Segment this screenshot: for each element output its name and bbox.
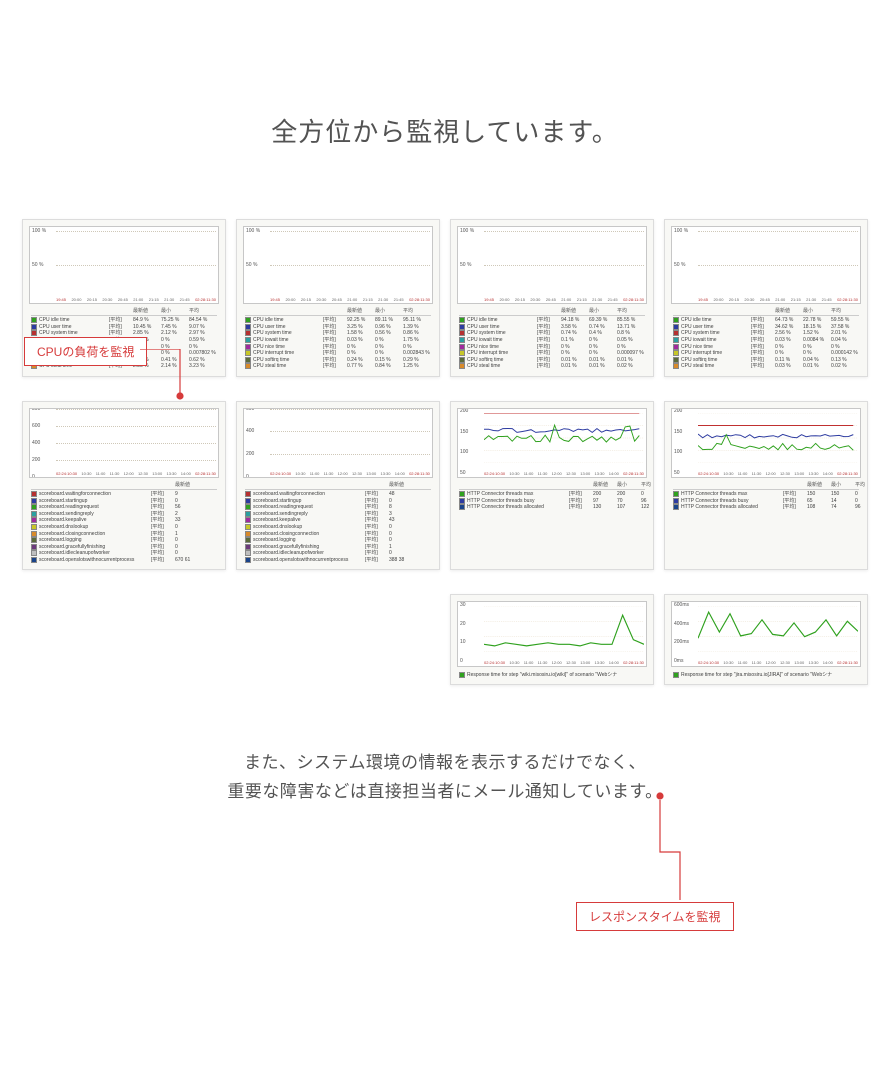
footer-text: また、システム環境の情報を表示するだけでなく、 重要な障害などは直接担当者にメー… [0,749,890,807]
page-title: 全方位から監視しています。 [0,112,890,149]
http-threads-card: 2001501005002:24:10:3010:3011:0011:3012:… [450,401,654,571]
response-time-card: 302010002:24:10:3010:3011:0011:3012:0012… [450,594,654,685]
callout-rt-connector [610,792,690,904]
cpu-card: 100 %50 %19:4520:0020:1520:3020:4521:002… [450,219,654,377]
scoreboard-card: 800600400200002:24:10:3010:3011:0011:301… [22,401,226,571]
cpu-card: 100 %50 %19:4520:0020:1520:3020:4521:002… [236,219,440,377]
dashboard-grid: 100 %50 %19:4520:0020:1520:3020:4521:002… [0,219,890,699]
callout-cpu-connector [140,349,200,404]
callout-cpu: CPUの負荷を監視 [24,337,147,366]
scoreboard-card: 600400200002:24:10:3010:3011:0011:3012:0… [236,401,440,571]
response-time-card: 600ms400ms200ms0ms02:24:10:3010:3011:001… [664,594,868,685]
http-threads-card: 2001501005002:24:10:3010:3011:0011:3012:… [664,401,868,571]
callout-response: レスポンスタイムを監視 [576,902,734,931]
cpu-card: 100 %50 %19:4520:0020:1520:3020:4521:002… [664,219,868,377]
